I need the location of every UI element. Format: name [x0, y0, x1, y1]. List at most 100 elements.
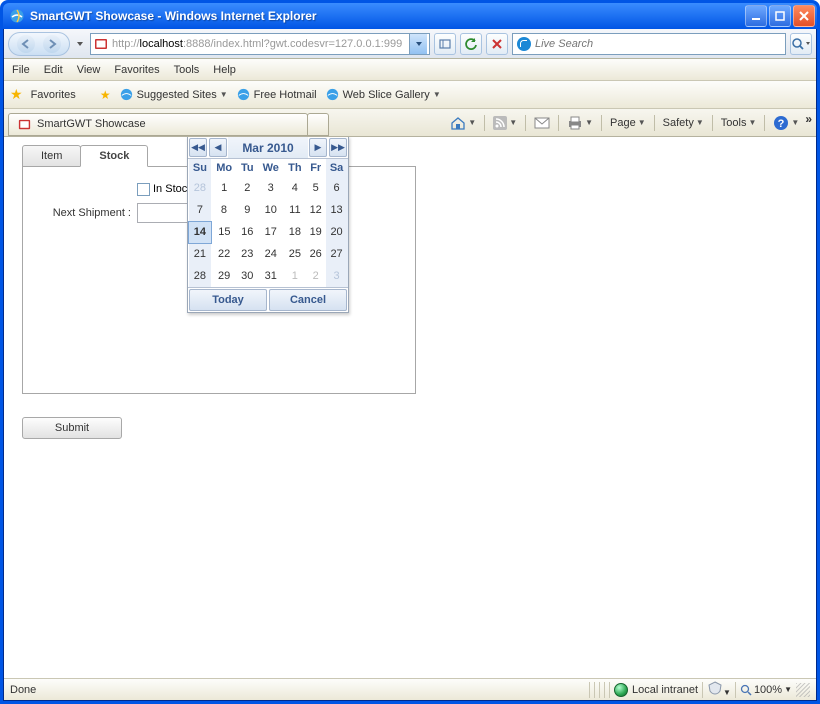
calendar-day[interactable]: 3 — [258, 177, 284, 199]
calendar-day[interactable]: 2 — [237, 177, 257, 199]
inner-frame: http://localhost:8888/index.html?gwt.cod… — [3, 29, 817, 701]
address-text: http://localhost:8888/index.html?gwt.cod… — [112, 38, 407, 50]
calendar-day[interactable]: 14 — [189, 221, 212, 243]
page-content: Item Stock In Stock Next Shipment : Subm… — [4, 137, 816, 678]
close-button[interactable] — [793, 5, 815, 27]
calendar-day[interactable]: 28 — [189, 265, 212, 287]
calendar-day[interactable]: 30 — [237, 265, 257, 287]
calendar-day[interactable]: 17 — [258, 221, 284, 243]
menu-tools[interactable]: Tools — [174, 64, 200, 76]
calendar-day[interactable]: 8 — [211, 199, 237, 221]
suggested-sites[interactable]: Suggested Sites▼ — [119, 87, 228, 102]
calendar-day[interactable]: 27 — [326, 243, 348, 265]
help-button[interactable]: ?▼ — [773, 115, 799, 131]
calendar-day[interactable]: 5 — [306, 177, 326, 199]
calendar-day[interactable]: 26 — [306, 243, 326, 265]
prev-month-button[interactable]: ◀ — [209, 138, 227, 157]
next-shipment-label: Next Shipment : — [31, 207, 131, 219]
calendar-day[interactable]: 6 — [326, 177, 348, 199]
tools-menu-label: Tools — [721, 117, 747, 129]
nav-history-dropdown[interactable] — [74, 40, 86, 48]
tab-stock[interactable]: Stock — [80, 145, 148, 167]
calendar-day[interactable]: 15 — [211, 221, 237, 243]
today-button[interactable]: Today — [189, 289, 267, 311]
refresh-button[interactable] — [460, 33, 482, 55]
address-dropdown[interactable] — [409, 34, 427, 54]
add-favorite-icon[interactable]: ★ — [100, 88, 111, 102]
calendar-day[interactable]: 31 — [258, 265, 284, 287]
menu-favorites[interactable]: Favorites — [114, 64, 159, 76]
menu-edit[interactable]: Edit — [44, 64, 63, 76]
status-bar: Done Local intranet ▼ 100%▼ — [4, 678, 816, 700]
calendar-day[interactable]: 7 — [189, 199, 212, 221]
web-slice-gallery[interactable]: Web Slice Gallery▼ — [325, 87, 441, 102]
minimize-button[interactable] — [745, 5, 767, 27]
maximize-button[interactable] — [769, 5, 791, 27]
free-hotmail[interactable]: Free Hotmail — [236, 87, 317, 102]
calendar-day[interactable]: 1 — [211, 177, 237, 199]
tools-menu[interactable]: Tools▼ — [721, 117, 757, 129]
status-text: Done — [10, 684, 36, 696]
search-button[interactable] — [790, 33, 812, 55]
calendar-day[interactable]: 4 — [284, 177, 306, 199]
zoom-value: 100% — [754, 684, 782, 696]
calendar-day[interactable]: 29 — [211, 265, 237, 287]
submit-button[interactable]: Submit — [22, 417, 122, 439]
next-year-button[interactable]: ▶▶ — [329, 138, 347, 157]
safety-menu[interactable]: Safety▼ — [663, 117, 704, 129]
search-box[interactable] — [512, 33, 786, 55]
calendar-day[interactable]: 16 — [237, 221, 257, 243]
calendar-day[interactable]: 2 — [306, 265, 326, 287]
calendar-dow: We — [258, 159, 284, 177]
calendar-day[interactable]: 13 — [326, 199, 348, 221]
feeds-button[interactable]: ▼ — [493, 116, 517, 130]
overflow-button[interactable]: » — [805, 112, 812, 126]
prev-year-button[interactable]: ◀◀ — [189, 138, 207, 157]
calendar-day[interactable]: 20 — [326, 221, 348, 243]
favorites-star-icon[interactable]: ★ — [10, 86, 23, 103]
search-input[interactable] — [535, 38, 781, 50]
calendar-day[interactable]: 24 — [258, 243, 284, 265]
favorites-bar: ★ Favorites ★ Suggested Sites▼ Free Hotm… — [4, 81, 816, 109]
calendar-day[interactable]: 11 — [284, 199, 306, 221]
next-month-button[interactable]: ▶ — [309, 138, 327, 157]
calendar-day[interactable]: 22 — [211, 243, 237, 265]
favorites-label[interactable]: Favorites — [31, 89, 76, 101]
calendar-day[interactable]: 21 — [189, 243, 212, 265]
resize-gripper[interactable] — [796, 683, 810, 697]
menu-bar: File Edit View Favorites Tools Help — [4, 59, 816, 81]
cancel-button[interactable]: Cancel — [269, 289, 347, 311]
calendar-day[interactable]: 23 — [237, 243, 257, 265]
compat-view-button[interactable] — [434, 33, 456, 55]
calendar-day[interactable]: 12 — [306, 199, 326, 221]
protected-mode-icon[interactable]: ▼ — [707, 681, 731, 698]
tab-item[interactable]: Item — [22, 145, 81, 167]
stop-button[interactable] — [486, 33, 508, 55]
calendar-day[interactable]: 18 — [284, 221, 306, 243]
in-stock-checkbox[interactable] — [137, 183, 150, 196]
titlebar: SmartGWT Showcase - Windows Internet Exp… — [3, 3, 817, 29]
zoom-control[interactable]: 100%▼ — [740, 684, 792, 696]
site-favicon — [93, 36, 109, 52]
menu-view[interactable]: View — [77, 64, 101, 76]
browser-tab[interactable]: SmartGWT Showcase — [8, 113, 308, 136]
home-button[interactable]: ▼ — [450, 116, 476, 130]
calendar-day[interactable]: 10 — [258, 199, 284, 221]
calendar-day[interactable]: 25 — [284, 243, 306, 265]
read-mail-button[interactable] — [534, 117, 550, 129]
menu-file[interactable]: File — [12, 64, 30, 76]
page-menu[interactable]: Page▼ — [610, 117, 646, 129]
forward-button[interactable] — [43, 35, 61, 53]
calendar-day[interactable]: 9 — [237, 199, 257, 221]
calendar-day[interactable]: 19 — [306, 221, 326, 243]
back-button[interactable] — [17, 35, 35, 53]
calendar-day[interactable]: 1 — [284, 265, 306, 287]
print-button[interactable]: ▼ — [567, 116, 593, 130]
new-tab-button[interactable] — [307, 113, 329, 136]
address-bar[interactable]: http://localhost:8888/index.html?gwt.cod… — [90, 33, 430, 55]
nav-arrows — [8, 32, 70, 56]
calendar-day[interactable]: 3 — [326, 265, 348, 287]
calendar-day[interactable]: 28 — [189, 177, 212, 199]
menu-help[interactable]: Help — [213, 64, 236, 76]
safety-menu-label: Safety — [663, 117, 694, 129]
